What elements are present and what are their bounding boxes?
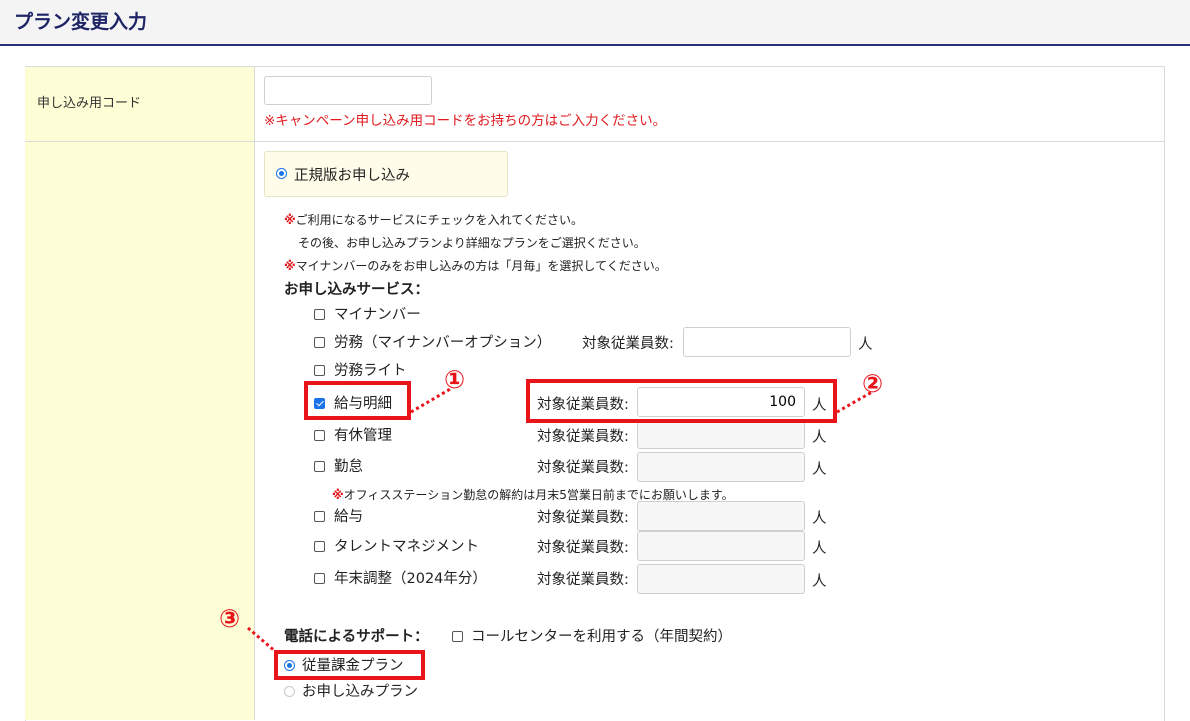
annotation-connector-3: [247, 626, 277, 654]
annotation-marker-2: ②: [862, 369, 884, 398]
annotation-connectors: [247, 386, 873, 654]
annotation-marker-1: ①: [444, 365, 466, 394]
annotation-marker-3: ③: [219, 604, 241, 633]
